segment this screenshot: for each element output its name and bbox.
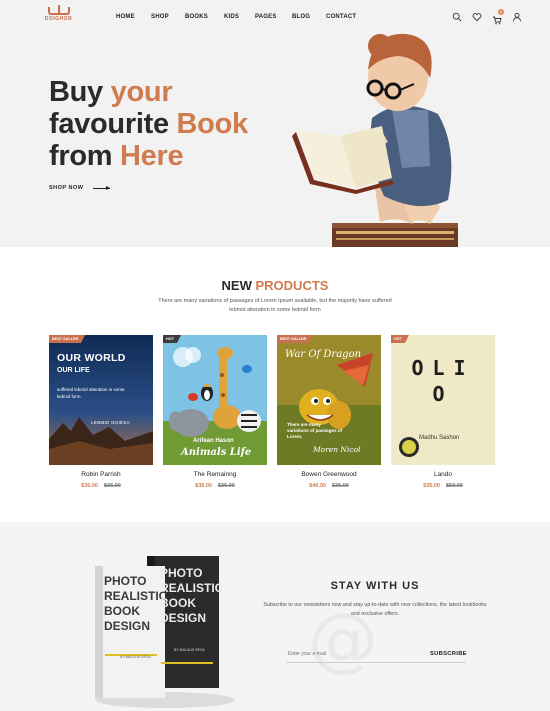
- hero-girl-reading-image: [292, 33, 458, 247]
- product-name[interactable]: Robin Parrish: [49, 471, 153, 478]
- hero-text: from: [49, 140, 121, 172]
- product-old-price: $35.00: [104, 483, 121, 489]
- hero-heading: Buy your favourite Book from Here: [49, 76, 248, 172]
- cover-subtitle: OUR LIFE: [57, 367, 90, 374]
- arrow-right-icon: [93, 185, 111, 190]
- product-price: $35.00: [81, 483, 98, 489]
- heading-text: NEW: [221, 278, 256, 293]
- product-prices: $35.00 $35.00: [49, 483, 153, 489]
- book-cover-image[interactable]: HOT OLIO Madhu Sashon: [391, 335, 495, 465]
- subscribe-button[interactable]: SUBSCRIBE: [430, 651, 467, 657]
- animals-life-cover-art: [163, 335, 267, 465]
- cover-author: Arifean Hason: [193, 438, 234, 444]
- nav-pages[interactable]: PAGES: [255, 14, 277, 20]
- cart-count-badge: 0: [498, 9, 504, 15]
- product-prices: $35.00 $35.00: [163, 483, 267, 489]
- heading-accent-text: PRODUCTS: [255, 278, 329, 293]
- product-grid: BEST SALLER OUR WORLD OUR LIFE suffered …: [49, 335, 499, 495]
- book-cover-image[interactable]: BEST SALLER War Of Dragon There are many…: [277, 335, 381, 465]
- product-price: $35.00: [423, 483, 440, 489]
- mockup-back-title: PHOTO REALISTIC BOOK DESIGN: [160, 566, 224, 625]
- cover-author: LEBMID NOIESA: [91, 420, 130, 425]
- hot-tag: HOT: [391, 335, 410, 343]
- new-products-heading: NEW PRODUCTS: [0, 278, 550, 293]
- product-card[interactable]: HOT OLIO Madhu Sashon Lando $35.00 $50.00: [391, 335, 495, 489]
- logo[interactable]: DOIGHOR: [37, 5, 80, 25]
- book-cover-image[interactable]: HOT Arifean Hason Animals Life: [163, 335, 267, 465]
- product-old-price: $50.00: [446, 483, 463, 489]
- product-price: $40.00: [309, 483, 326, 489]
- mockup-front-title: PHOTO REALISTIC BOOK DESIGN: [104, 574, 168, 633]
- hero-section: DOIGHOR HOME SHOP BOOKS KIDS PAGES BLOG …: [0, 0, 550, 247]
- hero-text: favourite: [49, 108, 177, 140]
- newsletter-heading: STAY WITH US: [330, 580, 420, 592]
- product-name[interactable]: Bowen Greenwood: [277, 471, 381, 478]
- product-name[interactable]: Lando: [391, 471, 495, 478]
- hero-accent-text: your: [110, 76, 173, 108]
- cart-button[interactable]: 0: [492, 9, 504, 25]
- nav-home[interactable]: HOME: [116, 14, 135, 20]
- newsletter-description: Subscribe to our newsletters now and sta…: [263, 602, 487, 617]
- cover-author: Moren Nicol: [313, 445, 361, 454]
- product-card[interactable]: BEST SALLER OUR WORLD OUR LIFE suffered …: [49, 335, 153, 489]
- cover-title: OUR WORLD: [57, 352, 126, 364]
- product-old-price: $35.00: [332, 483, 349, 489]
- product-name[interactable]: The Remainng: [163, 471, 267, 478]
- cover-title: OLIO: [411, 356, 475, 406]
- logo-text: DOIGHOR: [44, 16, 73, 22]
- email-input[interactable]: [288, 648, 423, 660]
- mockup-front-author: BY MALSUD RESA: [120, 655, 151, 659]
- nav-shop[interactable]: SHOP: [151, 14, 169, 20]
- book-logo-icon: [47, 5, 70, 15]
- book-cover-image[interactable]: BEST SALLER OUR WORLD OUR LIFE suffered …: [49, 335, 153, 465]
- user-icon[interactable]: [512, 12, 522, 22]
- product-old-price: $35.00: [218, 483, 235, 489]
- product-prices: $35.00 $50.00: [391, 483, 495, 489]
- cover-author: Madhu Sashon: [419, 435, 460, 441]
- cover-title: Animals Life: [181, 447, 252, 458]
- cover-text: There are many variations of passages of…: [287, 422, 343, 439]
- hero-text: Buy: [49, 76, 111, 108]
- best-seller-tag: BEST SALLER: [49, 335, 86, 343]
- cover-title: War Of Dragon: [285, 349, 362, 360]
- cart-icon: [493, 16, 502, 25]
- product-card[interactable]: BEST SALLER War Of Dragon There are many…: [277, 335, 381, 489]
- shop-now-label: SHOP NOW: [49, 185, 84, 191]
- cover-text: suffered lebmid alteration in some ledmi…: [57, 387, 125, 399]
- best-seller-tag: BEST SALLER: [277, 335, 314, 343]
- page: DOIGHOR HOME SHOP BOOKS KIDS PAGES BLOG …: [0, 0, 550, 711]
- shop-now-link[interactable]: SHOP NOW: [49, 185, 111, 191]
- mockup-back-author: BY MALSUD RESA: [174, 648, 205, 652]
- nav-kids[interactable]: KIDS: [224, 14, 239, 20]
- product-prices: $40.00 $35.00: [277, 483, 381, 489]
- product-price: $35.00: [195, 483, 212, 489]
- hero-accent-text: Here: [120, 140, 184, 172]
- email-underline: [286, 662, 466, 663]
- hot-tag: HOT: [163, 335, 182, 343]
- nav-books[interactable]: BOOKS: [185, 14, 208, 20]
- product-card[interactable]: HOT Arifean Hason Animals Life The Remai…: [163, 335, 267, 489]
- new-products-description: There are many variations of passages of…: [158, 298, 392, 313]
- hero-accent-text: Book: [176, 108, 249, 140]
